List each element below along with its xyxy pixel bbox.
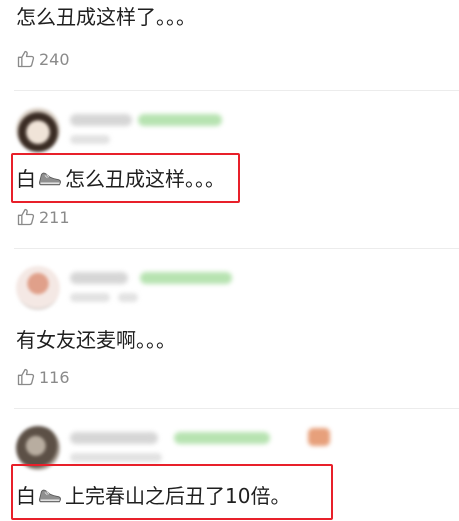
avatar[interactable] bbox=[16, 108, 60, 152]
comment-2-text-after: 怎么丑成这样。。。 bbox=[65, 167, 225, 191]
comment-3-header bbox=[14, 266, 444, 310]
thumbs-up-icon bbox=[17, 208, 35, 226]
blurred-meta bbox=[70, 135, 110, 144]
sneaker-icon bbox=[39, 172, 61, 186]
blurred-meta bbox=[70, 453, 162, 462]
comment-3-like-button[interactable]: 116 bbox=[16, 367, 70, 387]
comment-2: 白 怎么丑成这样。。。 211 bbox=[0, 90, 459, 248]
comment-2-header bbox=[14, 108, 444, 152]
comment-2-text: 白 怎么丑成这样。。。 bbox=[16, 166, 225, 192]
comment-4: 白 上完春山之后丑了10倍。 bbox=[0, 408, 459, 521]
comment-1-like-button[interactable]: 240 bbox=[16, 49, 70, 69]
blurred-badge bbox=[140, 272, 232, 284]
blurred-emoji bbox=[308, 428, 330, 446]
comment-2-like-button[interactable]: 211 bbox=[16, 207, 70, 227]
blurred-meta bbox=[70, 293, 110, 302]
thumbs-up-icon bbox=[17, 368, 35, 386]
avatar[interactable] bbox=[16, 266, 60, 310]
comment-4-text-before: 白 bbox=[16, 484, 36, 508]
blurred-username bbox=[70, 432, 158, 444]
comment-1-like-count: 240 bbox=[39, 49, 70, 69]
comment-2-text-before: 白 bbox=[16, 167, 36, 191]
comment-4-text-after: 上完春山之后丑了10倍。 bbox=[65, 484, 291, 508]
sneaker-icon bbox=[39, 489, 61, 503]
comment-1: 怎么丑成这样了。。。 240 bbox=[0, 0, 459, 90]
blurred-badge bbox=[138, 114, 222, 126]
comment-4-text: 白 上完春山之后丑了10倍。 bbox=[16, 483, 290, 509]
comment-3: 有女友还麦啊。。。 116 bbox=[0, 248, 459, 408]
thumbs-up-icon bbox=[17, 50, 35, 68]
blurred-meta bbox=[118, 293, 138, 302]
comment-2-like-count: 211 bbox=[39, 207, 70, 227]
comment-1-text: 怎么丑成这样了。。。 bbox=[16, 5, 196, 29]
blurred-badge bbox=[174, 432, 270, 444]
comment-3-text: 有女友还麦啊。。。 bbox=[16, 328, 176, 352]
blurred-username bbox=[70, 114, 132, 126]
comment-3-like-count: 116 bbox=[39, 367, 70, 387]
blurred-username bbox=[70, 272, 128, 284]
